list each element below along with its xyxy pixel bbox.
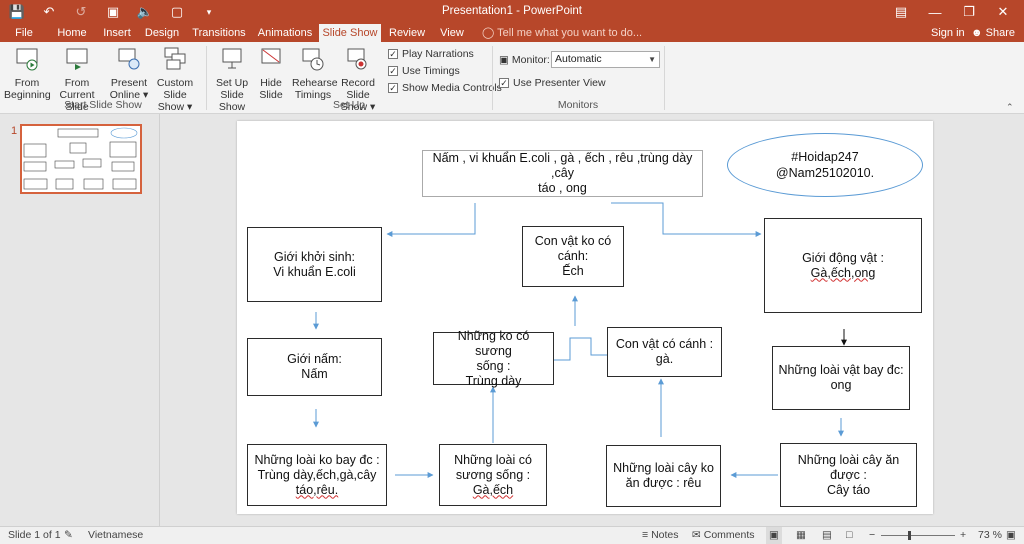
box-gioi-khoi-sinh[interactable]: Giới khởi sinh: Vi khuẩn E.coli <box>247 227 382 302</box>
zoom-level[interactable]: 73 % <box>978 527 1002 544</box>
slide-canvas[interactable]: Nấm , vi khuẩn E.coli , gà , ếch , rêu ,… <box>237 121 933 514</box>
notes-button[interactable]: ≡ Notes <box>642 527 679 544</box>
tab-review[interactable]: Review <box>389 24 425 42</box>
play-narrations-checkbox[interactable]: ✓ Play Narrations <box>388 48 474 60</box>
box-nhung-loai-cay-an-duoc[interactable]: Những loài cây ăn được : Cây táo <box>780 443 917 507</box>
spellcheck-icon[interactable]: ✎ <box>64 527 73 544</box>
from-beginning-icon <box>16 48 38 71</box>
window-title: Presentation1 - PowerPoint <box>442 5 582 17</box>
collapse-ribbon-icon[interactable]: ⌃ <box>1006 102 1014 113</box>
share-button[interactable]: ☻ Share <box>971 24 1015 42</box>
tab-design[interactable]: Design <box>144 24 180 42</box>
rehearse-timings-button[interactable]: Rehearse Timings <box>292 46 338 101</box>
from-current-slide-icon <box>66 48 88 70</box>
checkbox-checked-icon: ✓ <box>388 49 398 59</box>
checkbox-checked-icon: ✓ <box>388 66 398 76</box>
status-bar: Slide 1 of 1 ✎ Vietnamese ≡ Notes ✉ Comm… <box>0 526 1024 544</box>
tab-file[interactable]: File <box>10 24 38 42</box>
thumbnail-number: 1 <box>11 125 18 137</box>
tab-animations[interactable]: Animations <box>256 24 314 42</box>
box-nhung-loai-co-suong-song[interactable]: Những loài có sương sống : Gà,ếch <box>439 444 547 506</box>
root-box-organisms[interactable]: Nấm , vi khuẩn E.coli , gà , ếch , rêu ,… <box>422 150 703 197</box>
person-icon: ☻ <box>971 27 983 39</box>
notes-icon: ≡ <box>642 529 649 541</box>
group-label-monitors: Monitors <box>557 99 599 111</box>
group-label-start-slide-show: Start Slide Show <box>64 99 142 111</box>
record-slide-show-icon <box>347 48 367 70</box>
checkbox-checked-icon: ✓ <box>499 78 509 88</box>
present-online-button[interactable]: Present Online ▾ <box>109 46 149 101</box>
ribbon-tabs: File Home Insert Design Transitions Anim… <box>0 24 1024 42</box>
present-online-icon <box>118 48 140 70</box>
close-icon[interactable]: ✕ <box>986 0 1020 24</box>
box-con-vat-co-canh[interactable]: Con vật có cánh : gà. <box>607 327 722 377</box>
use-timings-checkbox[interactable]: ✓ Use Timings <box>388 65 460 77</box>
reading-view-icon[interactable]: ▤ <box>822 527 832 544</box>
box-con-vat-ko-co-canh[interactable]: Con vật ko có cánh: Ếch <box>522 226 624 287</box>
set-up-slide-show-icon <box>222 48 242 69</box>
slide-thumbnail-preview <box>23 127 138 190</box>
box-nhung-loai-ko-bay-duoc[interactable]: Những loài ko bay đc : Trùng dày,ếch,gà,c… <box>247 444 387 506</box>
fit-to-window-icon[interactable]: ▣ <box>1006 527 1016 544</box>
sign-in-link[interactable]: Sign in <box>931 24 965 42</box>
use-presenter-view-checkbox[interactable]: ✓ Use Presenter View <box>499 77 606 89</box>
rehearse-timings-icon <box>302 48 324 71</box>
slide-thumbnail-pane: 1 <box>0 114 160 526</box>
tab-slide-show[interactable]: Slide Show <box>319 24 381 42</box>
lightbulb-icon: ◯ <box>482 27 495 39</box>
monitor-icon: ▣ <box>499 54 509 66</box>
dropdown-arrow-icon: ▼ <box>648 55 656 64</box>
comments-button[interactable]: ✉ Comments <box>692 527 755 544</box>
watermark-ellipse[interactable]: #Hoidap247 @Nam25102010. <box>727 133 923 197</box>
slide-show-view-icon[interactable]: □ <box>846 527 852 544</box>
show-media-controls-checkbox[interactable]: ✓ Show Media Controls <box>388 82 502 94</box>
box-gioi-nam[interactable]: Giới nấm: Nấm <box>247 338 382 396</box>
minimize-icon[interactable]: — <box>918 0 952 24</box>
custom-slide-show-icon <box>164 47 186 70</box>
ribbon-display-icon[interactable]: ▤ <box>884 0 918 24</box>
slide-sorter-view-icon[interactable]: ▦ <box>796 527 806 544</box>
tab-transitions[interactable]: Transitions <box>192 24 246 42</box>
box-nhung-loai-cay-ko-an-duoc[interactable]: Những loài cây ko ăn được : rêu <box>606 445 721 507</box>
zoom-slider-thumb[interactable] <box>908 531 911 540</box>
group-label-set-up: Set Up <box>332 99 366 111</box>
comment-icon: ✉ <box>692 529 701 541</box>
hide-slide-icon <box>261 48 281 64</box>
normal-view-icon[interactable]: ▣ <box>766 527 782 544</box>
tab-insert[interactable]: Insert <box>100 24 134 42</box>
tab-view[interactable]: View <box>437 24 467 42</box>
slide-thumbnail[interactable] <box>20 124 142 194</box>
tab-home[interactable]: Home <box>54 24 90 42</box>
title-bar: 💾 ↶ ↺ ▣ 🔈 ▢ ▾ Presentation1 - PowerPoint… <box>0 0 1024 24</box>
slide-counter: Slide 1 of 1 <box>8 529 61 541</box>
box-nhung-loai-bay-duoc[interactable]: Những loài vật bay đc: ong <box>772 346 910 410</box>
monitor-label: ▣ Monitor: <box>499 54 550 66</box>
language-indicator[interactable]: Vietnamese <box>88 527 143 544</box>
box-nhung-ko-co-suong-song[interactable]: Những ko có sương sống : Trùng dày <box>433 329 554 388</box>
checkbox-checked-icon: ✓ <box>388 83 398 93</box>
monitor-select[interactable]: Automatic ▼ <box>551 51 660 68</box>
from-beginning-button[interactable]: From Beginning <box>4 46 51 101</box>
zoom-in-icon[interactable]: + <box>960 527 966 544</box>
box-gioi-dong-vat[interactable]: Giới động vật : Gà,ếch,ong <box>764 218 922 313</box>
hide-slide-button[interactable]: Hide Slide <box>257 46 285 101</box>
restore-icon[interactable]: ❐ <box>952 0 986 24</box>
zoom-out-icon[interactable]: − <box>869 527 875 544</box>
ribbon: From Beginning From Current Slide Presen… <box>0 42 1024 114</box>
ribbon-separator <box>664 46 665 110</box>
tell-me-box[interactable]: ◯ Tell me what you want to do... <box>482 24 642 42</box>
zoom-slider[interactable] <box>881 535 955 536</box>
